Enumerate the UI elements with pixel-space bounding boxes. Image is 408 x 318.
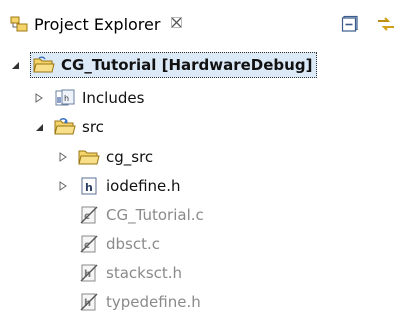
tree-item-project[interactable]: CG_Tutorial [HardwareDebug] bbox=[8, 51, 318, 79]
h-file-excluded-icon: h bbox=[78, 263, 100, 283]
selection-highlight: CG_Tutorial [HardwareDebug] bbox=[30, 52, 318, 78]
tree-item-src[interactable]: src bbox=[32, 113, 104, 141]
collapsed-triangle-icon[interactable] bbox=[56, 179, 70, 193]
project-tree: CG_Tutorial [HardwareDebug] h Includes s… bbox=[0, 48, 408, 318]
c-file-excluded-icon: c bbox=[78, 205, 100, 225]
collapsed-triangle-icon[interactable] bbox=[32, 91, 46, 105]
folder-icon bbox=[78, 147, 100, 167]
includes-icon: h bbox=[54, 88, 76, 108]
file-label: CG_Tutorial.c bbox=[106, 206, 204, 224]
collapsed-triangle-icon[interactable] bbox=[56, 150, 70, 164]
project-label: CG_Tutorial [HardwareDebug] bbox=[61, 56, 313, 74]
collapse-all-icon[interactable] bbox=[340, 14, 360, 34]
cg-src-label: cg_src bbox=[106, 148, 154, 166]
close-icon[interactable] bbox=[171, 16, 183, 32]
file-label: dbsct.c bbox=[106, 235, 161, 253]
src-label: src bbox=[82, 118, 104, 136]
source-folder-icon bbox=[54, 117, 76, 137]
tree-item-file[interactable]: h stacksct.h bbox=[78, 259, 182, 287]
iodefine-label: iodefine.h bbox=[106, 177, 181, 195]
tree-item-includes[interactable]: h Includes bbox=[32, 84, 144, 112]
svg-text:h: h bbox=[64, 94, 69, 103]
tab-title: Project Explorer bbox=[34, 14, 161, 34]
file-label: typedefine.h bbox=[106, 293, 201, 311]
c-file-excluded-icon: c bbox=[78, 234, 100, 254]
includes-label: Includes bbox=[82, 89, 145, 107]
expanded-triangle-icon[interactable] bbox=[8, 58, 22, 72]
view-toolbar bbox=[340, 14, 396, 34]
file-label: stacksct.h bbox=[106, 264, 183, 282]
tree-item-file[interactable]: c dbsct.c bbox=[78, 230, 160, 258]
header-file-icon: h bbox=[78, 176, 100, 196]
tree-item-cg-src[interactable]: cg_src bbox=[56, 143, 153, 171]
view-header: Project Explorer bbox=[0, 0, 408, 48]
tab-project-explorer[interactable]: Project Explorer bbox=[10, 9, 183, 39]
svg-text:h: h bbox=[85, 181, 93, 194]
h-file-excluded-icon: h bbox=[78, 292, 100, 312]
tree-item-file[interactable]: h typedefine.h bbox=[78, 288, 201, 316]
expanded-triangle-icon[interactable] bbox=[32, 120, 46, 134]
tree-item-iodefine[interactable]: h iodefine.h bbox=[56, 172, 181, 200]
tree-item-file[interactable]: c CG_Tutorial.c bbox=[78, 201, 204, 229]
project-explorer-icon bbox=[10, 16, 28, 32]
link-with-editor-icon[interactable] bbox=[376, 14, 396, 34]
project-folder-icon bbox=[33, 55, 55, 75]
